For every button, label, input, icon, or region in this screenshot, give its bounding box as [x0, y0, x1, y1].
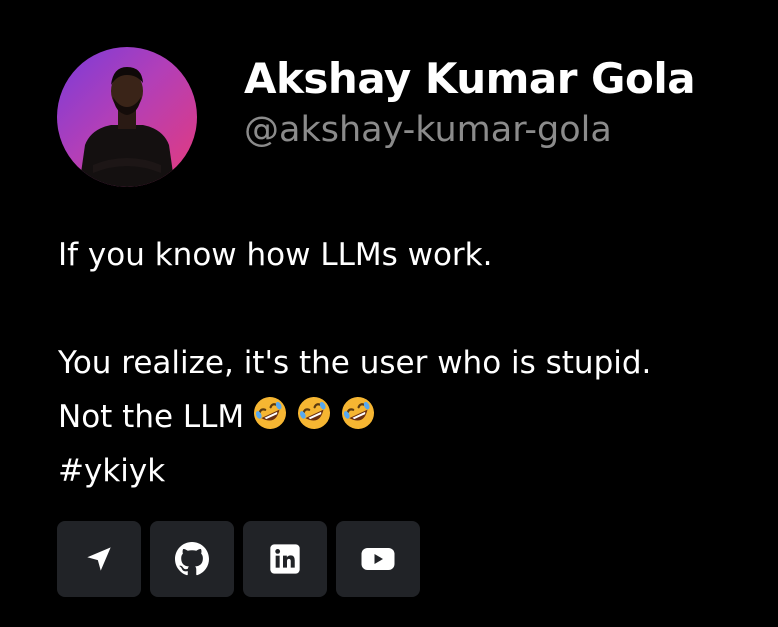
github-icon — [175, 542, 209, 576]
action-bar — [57, 521, 420, 597]
linkedin-icon — [269, 543, 301, 575]
send-icon — [85, 545, 113, 573]
post-line: Not the LLM — [58, 390, 758, 444]
post-body: If you know how LLMs work. You realize, … — [58, 228, 758, 498]
rolling-on-floor-laughing-icon — [340, 395, 376, 431]
linkedin-button[interactable] — [243, 521, 327, 597]
profile-name: Akshay Kumar Gola — [244, 54, 696, 103]
github-button[interactable] — [150, 521, 234, 597]
post-line: If you know how LLMs work. — [58, 237, 493, 273]
youtube-button[interactable] — [336, 521, 420, 597]
post-line-text: Not the LLM — [58, 399, 245, 435]
post-line: You realize, it's the user who is stupid… — [58, 345, 652, 381]
avatar — [57, 47, 197, 187]
post-spacer — [58, 282, 758, 336]
post-hashtag[interactable]: #ykiyk — [58, 444, 758, 498]
rolling-on-floor-laughing-icon — [296, 395, 332, 431]
send-button[interactable] — [57, 521, 141, 597]
profile-handle: @akshay-kumar-gola — [244, 110, 612, 150]
rolling-on-floor-laughing-icon — [252, 395, 288, 431]
youtube-icon — [361, 546, 395, 572]
